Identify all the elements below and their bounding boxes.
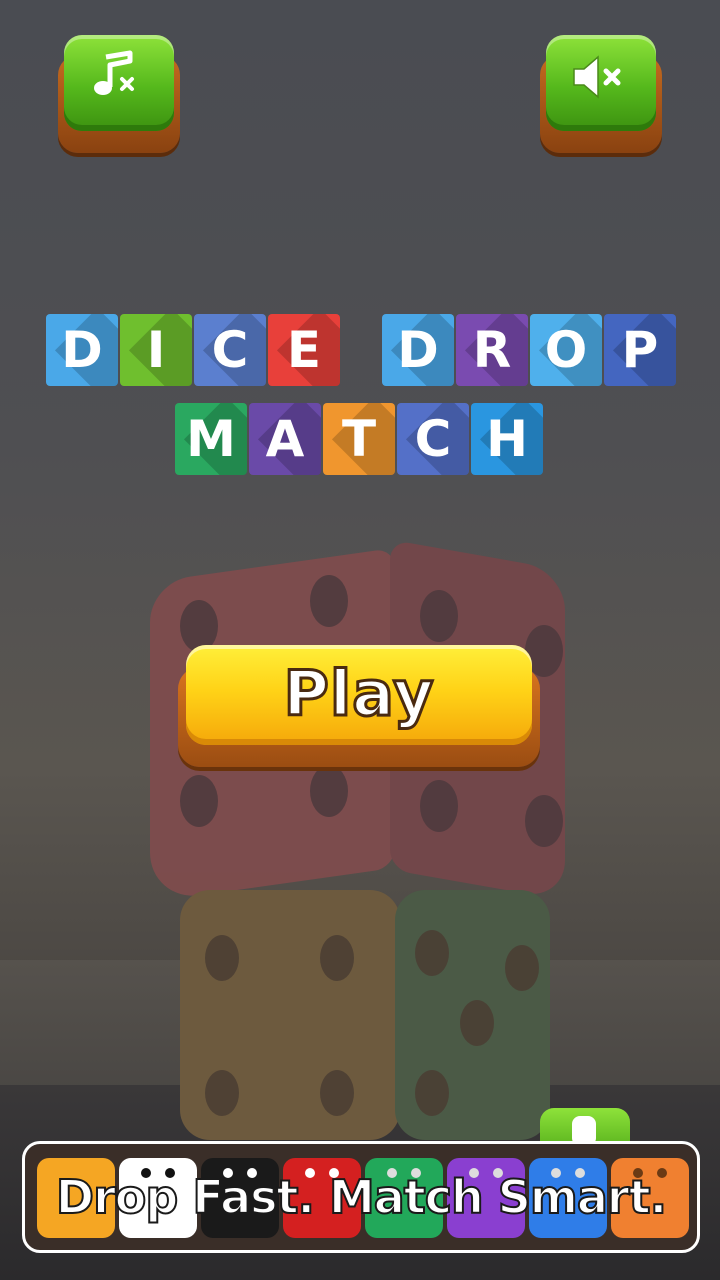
title-row-dice-drop: D I C E D R O P	[46, 314, 676, 386]
sound-off-icon	[573, 55, 621, 99]
play-label: Play	[282, 655, 435, 731]
title-tile: C	[194, 314, 266, 386]
background-scene	[0, 0, 720, 1280]
title-tile: T	[323, 403, 395, 475]
sound-toggle-button[interactable]	[540, 35, 662, 153]
music-off-icon	[94, 50, 134, 95]
title-tile: P	[604, 314, 676, 386]
title-tile: O	[530, 314, 602, 386]
title-tile: D	[382, 314, 454, 386]
title-tile: R	[456, 314, 528, 386]
title-tile: E	[268, 314, 340, 386]
title-tile: A	[249, 403, 321, 475]
play-button[interactable]: Play	[178, 645, 540, 770]
title-tile: H	[471, 403, 543, 475]
music-toggle-button[interactable]	[58, 35, 180, 153]
background-die-bottom	[180, 890, 550, 1140]
title-tile: M	[175, 403, 247, 475]
title-tile: I	[120, 314, 192, 386]
banner-tagline: Drop Fast. Match Smart.	[55, 1169, 668, 1225]
title-tile: D	[46, 314, 118, 386]
title-tile: C	[397, 403, 469, 475]
promo-banner[interactable]: Drop Fast. Match Smart.	[22, 1141, 700, 1253]
title-row-match: M A T C H	[175, 403, 543, 475]
